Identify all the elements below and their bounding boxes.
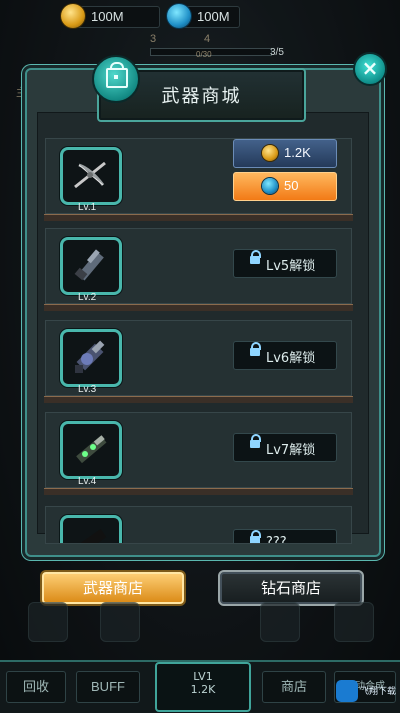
shop-button[interactable]: 商店: [262, 671, 326, 703]
shop-row-1: Lv.1 1.2K 50: [44, 138, 353, 221]
row-shelf: [44, 304, 353, 311]
lock-icon: [250, 250, 261, 264]
shop-row-2: Lv.2 Lv5解锁: [44, 228, 353, 311]
weapon-level: Lv.4: [78, 476, 97, 487]
tab-weapon-shop[interactable]: 武器商店: [40, 570, 186, 606]
row-shelf: [44, 214, 353, 221]
weapon-level: Lv.1: [78, 202, 97, 213]
machine-gun-icon: [74, 249, 104, 281]
shop-row-3: Lv.3 Lv6解锁: [44, 320, 353, 403]
shop-row-5: ???: [45, 506, 352, 544]
weapon-slot[interactable]: [60, 329, 122, 387]
locked-button: Lv7解锁: [233, 433, 337, 462]
weapon-level: Lv.3: [78, 384, 97, 395]
weapon-slot[interactable]: [60, 421, 122, 479]
row-shelf: [44, 488, 353, 495]
lock-icon: [250, 434, 261, 448]
lock-icon: [250, 342, 261, 356]
locked-button: ???: [233, 529, 337, 544]
buy-weapon-button[interactable]: LV1 1.2K: [155, 662, 251, 712]
top-bar: 100M 100M: [0, 0, 400, 34]
equipment-slot[interactable]: [260, 602, 300, 642]
gem-amount: 100M: [197, 9, 230, 24]
unlock-requirement: Lv7解锁: [266, 443, 316, 458]
shop-icon: [92, 55, 140, 103]
locked-button: Lv6解锁: [233, 341, 337, 370]
weapon-slot[interactable]: [60, 237, 122, 295]
buy-weapon-level: LV1: [193, 670, 213, 683]
locked-button: Lv5解锁: [233, 249, 337, 278]
unlock-requirement: Lv5解锁: [266, 259, 316, 274]
coin-icon: [61, 4, 85, 28]
unlock-requirement: ???: [266, 535, 287, 544]
watermark-text: 飞翔下载: [360, 687, 397, 697]
rotary-cannon-icon: [75, 340, 105, 373]
unlock-requirement: Lv6解锁: [266, 351, 316, 366]
gem-icon: [262, 178, 278, 194]
stage-progress: [150, 32, 272, 56]
equipment-slot[interactable]: [28, 602, 68, 642]
buy-with-coins-button[interactable]: 1.2K: [233, 139, 337, 168]
gem-counter: 100M: [167, 4, 240, 28]
lock-icon: [250, 530, 261, 543]
row-shelf: [44, 396, 353, 403]
equipment-slot[interactable]: [100, 602, 140, 642]
tab-diamond-shop[interactable]: 钻石商店: [218, 570, 364, 606]
buy-with-gems-button[interactable]: 50: [233, 172, 337, 201]
plasma-rifle-icon: [76, 435, 107, 464]
coin-price: 1.2K: [284, 145, 311, 160]
watermark-logo: [336, 680, 358, 702]
buff-button[interactable]: BUFF: [76, 671, 140, 703]
gem-price: 50: [284, 178, 299, 193]
buy-weapon-price: 1.2K: [190, 683, 216, 696]
recycle-button[interactable]: 回收: [6, 671, 66, 703]
coin-amount: 100M: [91, 9, 124, 24]
stage-progress-text: 0/30: [196, 50, 212, 59]
shop-row-4: Lv.4 Lv7解锁: [44, 412, 353, 495]
equipment-slot[interactable]: [334, 602, 374, 642]
close-button[interactable]: ×: [353, 52, 387, 86]
gem-icon: [167, 4, 191, 28]
stage-count: 3/5: [270, 47, 284, 58]
coin-icon: [262, 145, 278, 161]
crossbow-icon: [74, 161, 106, 189]
dark-gun-icon: [76, 528, 107, 543]
weapon-slot[interactable]: [60, 147, 122, 205]
weapon-level: Lv.2: [78, 292, 97, 303]
weapon-slot[interactable]: [60, 515, 122, 543]
coin-counter: 100M: [61, 4, 160, 28]
